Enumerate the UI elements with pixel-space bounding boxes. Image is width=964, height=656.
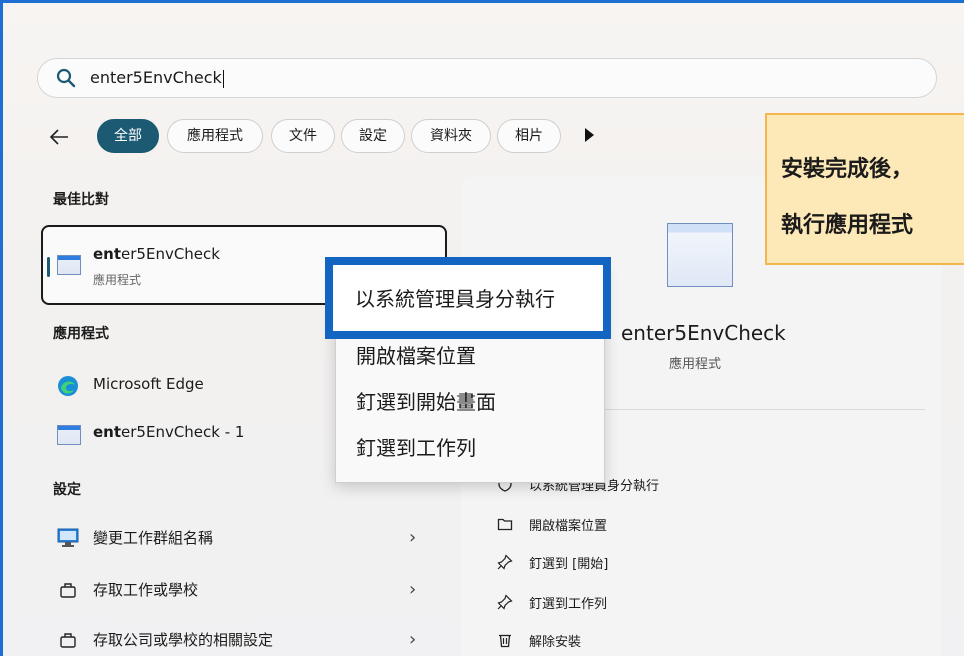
edge-icon — [58, 376, 78, 396]
app-label: enter5EnvCheck - 1 — [93, 423, 245, 441]
menu-item-pin-to-taskbar[interactable]: 釘選到工作列 — [356, 432, 476, 461]
annotation-callout: 安裝完成後， 執行應用程式 — [765, 113, 964, 265]
search-box[interactable]: enter5EnvCheck — [37, 58, 937, 98]
best-match-title: 最佳比對 — [53, 192, 109, 208]
pin-icon — [497, 554, 513, 570]
computer-icon — [57, 528, 79, 547]
tab-documents[interactable]: 文件 — [271, 119, 335, 153]
chevron-right-icon: › — [409, 527, 417, 548]
tab-photos[interactable]: 相片 — [497, 119, 561, 153]
settings-label: 存取公司或學校的相關設定 — [93, 631, 274, 649]
settings-section-title: 設定 — [53, 482, 81, 498]
selection-accent — [47, 257, 50, 277]
chevron-right-icon: › — [409, 579, 417, 600]
best-match-type: 應用程式 — [93, 273, 142, 287]
app-window-icon — [57, 255, 81, 275]
best-match-name: enter5EnvCheck — [93, 245, 220, 263]
search-input[interactable]: enter5EnvCheck — [90, 68, 224, 88]
details-app-type: 應用程式 — [669, 357, 722, 372]
tab-apps[interactable]: 應用程式 — [167, 119, 263, 153]
start-search-window: enter5EnvCheck 全部 應用程式 文件 設定 資料夾 相片 最佳比對… — [0, 0, 964, 656]
tab-folders[interactable]: 資料夾 — [411, 119, 491, 153]
pin-icon — [497, 594, 513, 610]
action-pin-to-start[interactable]: 釘選到 [開始] — [497, 551, 897, 575]
details-app-name: enter5EnvCheck — [621, 321, 786, 345]
tab-settings[interactable]: 設定 — [341, 119, 405, 153]
edge-label: Microsoft Edge — [93, 375, 204, 393]
briefcase-icon — [60, 583, 76, 598]
action-label: 釘選到 [開始] — [529, 557, 609, 572]
action-pin-to-taskbar[interactable]: 釘選到工作列 — [497, 591, 897, 615]
settings-item-work-school-related[interactable]: 存取公司或學校的相關設定 › — [53, 627, 423, 656]
settings-label: 存取工作或學校 — [93, 581, 199, 599]
settings-item-workgroup[interactable]: 變更工作群組名稱 › — [53, 525, 423, 555]
highlight-box: 以系統管理員身分執行 — [325, 257, 611, 339]
search-icon — [56, 68, 76, 88]
chevron-right-icon: › — [409, 629, 417, 650]
action-label: 解除安裝 — [529, 635, 582, 650]
tab-all[interactable]: 全部 — [97, 119, 159, 153]
app-window-icon — [57, 425, 81, 445]
settings-label: 變更工作群組名稱 — [93, 529, 214, 547]
apps-section-title: 應用程式 — [53, 326, 109, 342]
menu-item-pin-to-start[interactable]: 釘選到開始畫面 — [356, 386, 496, 415]
action-label: 開啟檔案位置 — [529, 519, 608, 534]
app-large-icon — [667, 223, 733, 287]
menu-item-label: 以系統管理員身分執行 — [355, 287, 555, 311]
trash-icon — [499, 634, 511, 648]
more-filters-icon[interactable] — [585, 128, 594, 142]
settings-item-work-school[interactable]: 存取工作或學校 › — [53, 577, 423, 607]
menu-item-open-file-location[interactable]: 開啟檔案位置 — [356, 340, 476, 369]
folder-icon — [497, 518, 513, 531]
action-label: 釘選到工作列 — [529, 597, 608, 612]
callout-line-1: 安裝完成後， — [781, 157, 914, 182]
action-uninstall[interactable]: 解除安裝 — [497, 629, 897, 653]
back-arrow-icon[interactable] — [47, 125, 71, 149]
callout-line-2: 執行應用程式 — [781, 213, 914, 238]
menu-item-run-as-admin[interactable]: 以系統管理員身分執行 — [333, 265, 603, 331]
briefcase-icon — [60, 633, 76, 648]
action-open-file-location[interactable]: 開啟檔案位置 — [497, 513, 897, 537]
